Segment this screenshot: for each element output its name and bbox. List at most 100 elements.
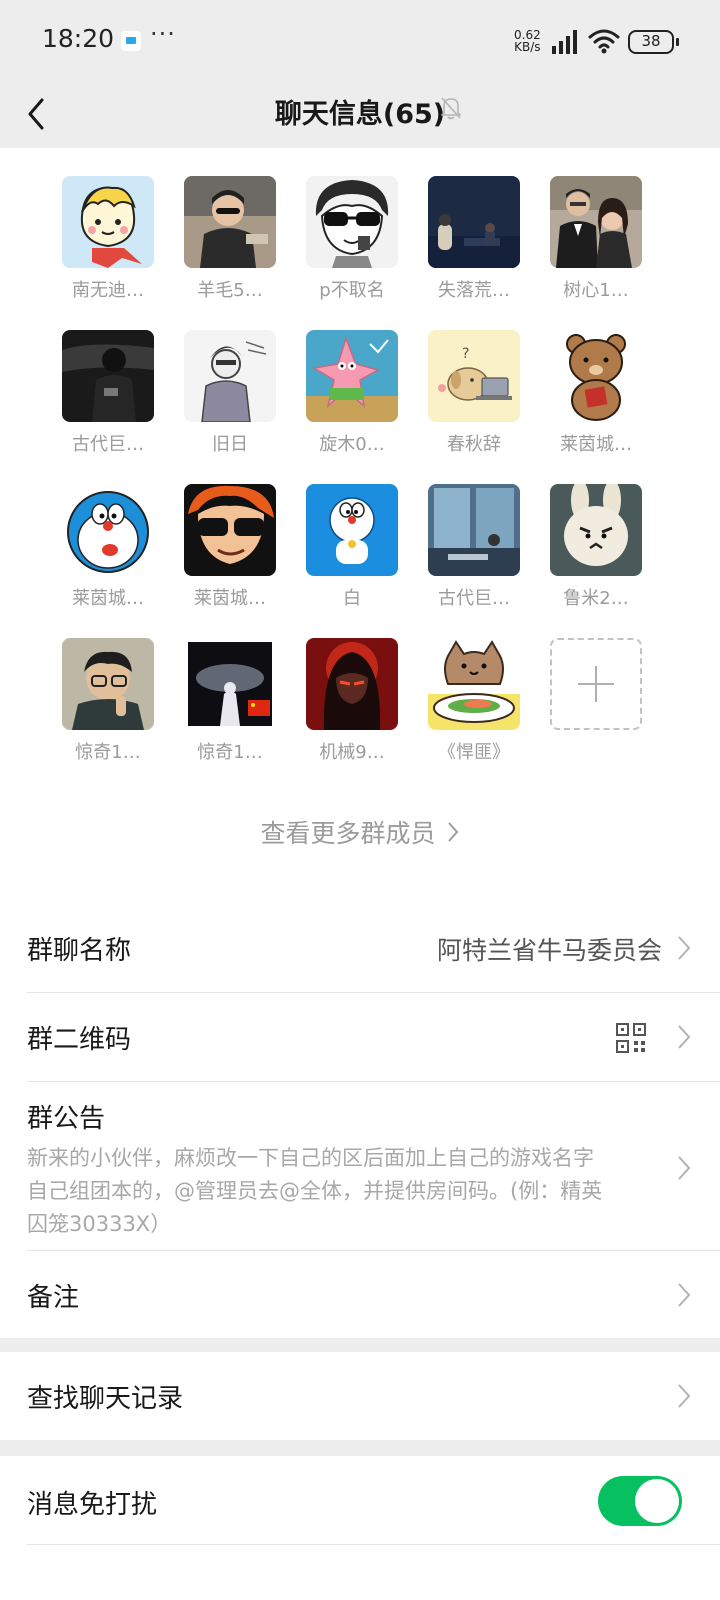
svg-text:?: ? — [462, 346, 469, 362]
cafe-window-avatar — [428, 484, 520, 576]
member-item[interactable]: 莱茵城… — [175, 484, 285, 614]
network-speed-unit: KB/s — [514, 40, 541, 54]
page-title: 聊天信息(65) — [274, 99, 446, 130]
member-item[interactable]: 旧日 — [175, 330, 285, 460]
group-notice-line-1: 新来的小伙伴，麻烦改一下自己的区后面加上自己的游戏名字 — [27, 1146, 594, 1170]
search-history-row[interactable]: 查找聊天记录 — [0, 1352, 720, 1440]
member-name: 白 — [343, 588, 361, 609]
remark-row[interactable]: 备注 — [0, 1251, 720, 1338]
member-item[interactable]: 羊毛5… — [175, 176, 285, 306]
doraemon-avatar — [62, 484, 154, 576]
night-scene-avatar — [428, 176, 520, 268]
group-qr-label: 群二维码 — [27, 1025, 132, 1055]
member-item[interactable]: 古代巨… — [419, 484, 529, 614]
more-notifications-indicator: ··· — [150, 20, 176, 48]
cartoon-boy-avatar — [62, 176, 154, 268]
group-notice-text: 新来的小伙伴，麻烦改一下自己的区后面加上自己的游戏名字 自己组团本的，@管理员去… — [27, 1142, 647, 1241]
member-name: 旋木0… — [319, 434, 385, 455]
title-wrap: 聊天信息(65) — [0, 92, 720, 131]
chevron-right-icon — [678, 1025, 691, 1049]
member-item[interactable]: 惊奇1… — [53, 638, 163, 768]
member-item[interactable]: 南无迪… — [53, 176, 163, 306]
search-group: 查找聊天记录 — [0, 1352, 720, 1440]
qr-code-icon — [616, 1023, 646, 1053]
member-name: 莱茵城… — [72, 588, 144, 609]
notification-group: 消息免打扰 — [0, 1456, 720, 1600]
member-item[interactable]: 旋木0… — [297, 330, 407, 460]
member-name: 惊奇1… — [75, 742, 141, 763]
glasses-man-avatar — [62, 638, 154, 730]
couple-photo-avatar — [550, 176, 642, 268]
group-notice-label: 群公告 — [27, 1104, 106, 1134]
member-item[interactable]: 《悍匪》 — [419, 638, 529, 768]
galaxy-figure-avatar — [184, 638, 276, 730]
divider — [27, 1544, 720, 1545]
anime-sunglasses-avatar — [306, 176, 398, 268]
add-member-button[interactable] — [541, 638, 651, 768]
teddy-bear-avatar — [550, 330, 642, 422]
member-item[interactable]: 鲁米2… — [541, 484, 651, 614]
car-interior-avatar — [62, 330, 154, 422]
member-name: p不取名 — [319, 280, 385, 301]
add-member-icon — [550, 638, 642, 730]
rabbit-plush-avatar — [550, 484, 642, 576]
member-item[interactable]: 白 — [297, 484, 407, 614]
group-notice-line-2: 自己组团本的，@管理员去@全体，并提供房间码。(例：精英 — [27, 1179, 603, 1203]
red-hero-avatar — [306, 638, 398, 730]
signal-icon — [552, 30, 577, 54]
boy-sunglasses-avatar — [184, 176, 276, 268]
members-panel: 南无迪… 羊毛5… p不取名 失落荒… 树心1… 古代巨… 旧日 旋木0… ? … — [0, 148, 720, 908]
chevron-right-icon — [678, 1384, 691, 1408]
group-name-row[interactable]: 群聊名称 阿特兰省牛马委员会 — [0, 904, 720, 992]
dnd-toggle[interactable] — [598, 1476, 682, 1526]
search-history-label: 查找聊天记录 — [27, 1384, 184, 1414]
mute-bell-icon — [441, 97, 461, 120]
group-name-label: 群聊名称 — [27, 936, 132, 966]
chevron-right-icon — [678, 936, 691, 960]
remark-label: 备注 — [27, 1283, 80, 1313]
cartoon-sunglasses-avatar — [184, 484, 276, 576]
member-name: 惊奇1… — [197, 742, 263, 763]
chevron-right-icon — [678, 1283, 691, 1307]
member-item[interactable]: p不取名 — [297, 176, 407, 306]
member-name: 莱茵城… — [194, 588, 266, 609]
member-name: 南无迪… — [72, 280, 144, 301]
member-name: 树心1… — [563, 280, 629, 301]
member-name: 失落荒… — [438, 280, 510, 301]
sketch-man-avatar — [184, 330, 276, 422]
member-name: 莱茵城… — [560, 434, 632, 455]
status-time: 18:20 — [42, 24, 115, 53]
member-item[interactable]: 古代巨… — [53, 330, 163, 460]
member-item[interactable]: ? 春秋辞 — [419, 330, 529, 460]
group-qr-row[interactable]: 群二维码 — [0, 993, 720, 1081]
member-name: 鲁米2… — [563, 588, 629, 609]
battery-icon: 38 — [628, 30, 679, 54]
member-item[interactable]: 机械9… — [297, 638, 407, 768]
group-notice-row[interactable]: 群公告 新来的小伙伴，麻烦改一下自己的区后面加上自己的游戏名字 自己组团本的，@… — [0, 1082, 720, 1250]
network-speed: 0.62 KB/s — [514, 29, 541, 53]
title-bar: 聊天信息(65) — [0, 86, 720, 148]
view-more-members-label: 查看更多群成员 — [260, 819, 436, 848]
member-name: 古代巨… — [72, 434, 144, 455]
cat-sushi-avatar — [428, 638, 520, 730]
member-name: 古代巨… — [438, 588, 510, 609]
member-name: 羊毛5… — [197, 280, 263, 301]
dnd-row: 消息免打扰 — [0, 1456, 720, 1544]
member-name: 《悍匪》 — [438, 742, 510, 763]
app-notification-icon — [121, 31, 141, 51]
member-name: 旧日 — [212, 434, 248, 455]
wifi-icon — [588, 29, 620, 54]
status-bar: 18:20 ··· 0.62 KB/s 38 — [0, 0, 720, 86]
chevron-right-icon — [447, 822, 458, 842]
member-item[interactable]: 莱茵城… — [541, 330, 651, 460]
group-notice-line-3: 囚笼30333X） — [27, 1212, 172, 1236]
member-item[interactable]: 树心1… — [541, 176, 651, 306]
toggle-knob — [635, 1479, 679, 1523]
patrick-star-avatar — [306, 330, 398, 422]
member-item[interactable]: 失落荒… — [419, 176, 529, 306]
view-more-members-link[interactable]: 查看更多群成员 — [0, 814, 720, 850]
member-name: 机械9… — [319, 742, 385, 763]
member-item[interactable]: 莱茵城… — [53, 484, 163, 614]
member-item[interactable]: 惊奇1… — [175, 638, 285, 768]
chevron-right-icon — [678, 1156, 691, 1180]
